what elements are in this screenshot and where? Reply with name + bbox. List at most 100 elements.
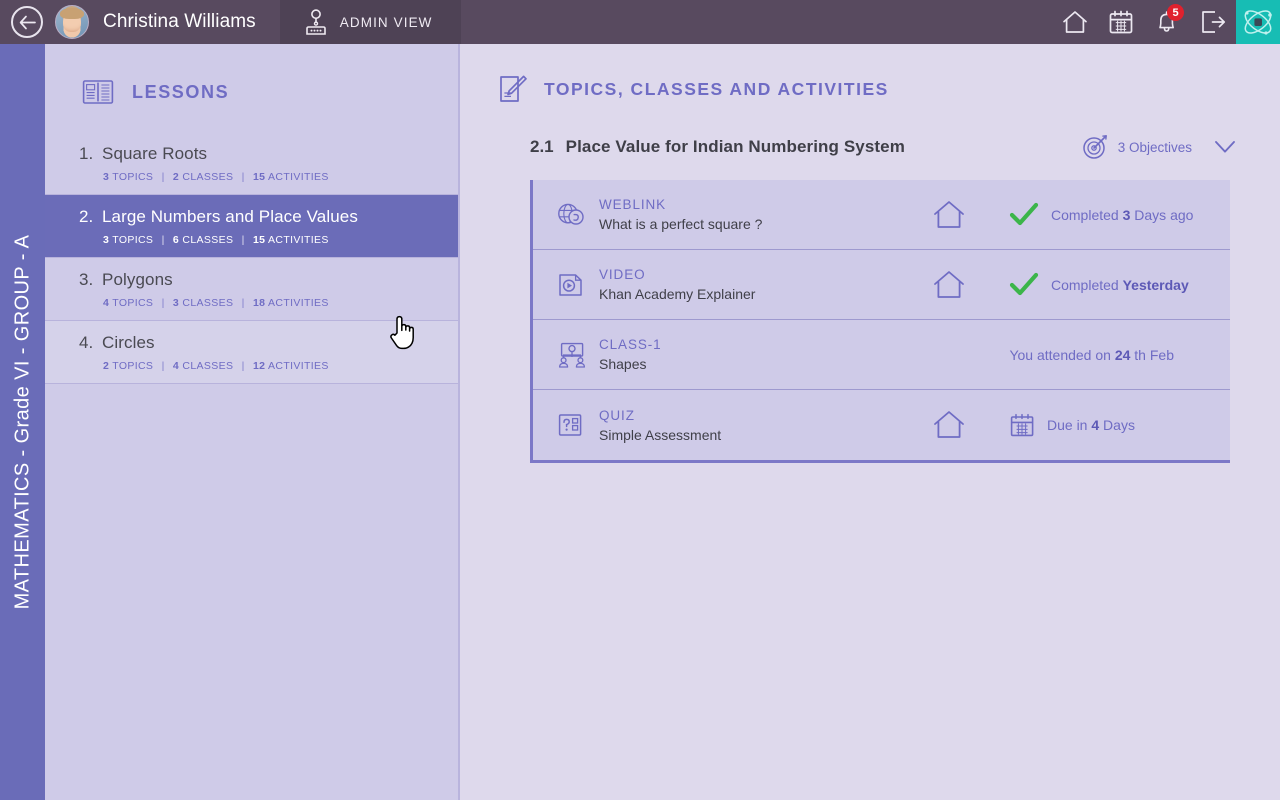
topics-count: 3 [103, 171, 110, 183]
activities-count: 15 [252, 234, 266, 246]
back-arrow-icon [19, 15, 36, 29]
activities-count: 18 [252, 297, 266, 309]
activities-label: ACTIVITIES [268, 171, 329, 183]
content-title: TOPICS, CLASSES AND ACTIVITIES [544, 78, 889, 99]
app-logo[interactable] [1236, 0, 1280, 44]
home-icon [934, 270, 964, 298]
lesson-item-3[interactable]: 3. Polygons 4 TOPICS | 3 CLASSES | 18 AC… [45, 258, 458, 321]
activities-card: WEBLINK What is a perfect square ? Compl… [530, 180, 1230, 463]
lesson-meta: 4 TOPICS | 3 CLASSES | 18 ACTIVITIES [45, 297, 458, 309]
activity-home-wrap[interactable] [889, 199, 1009, 231]
status-suffix: th Feb [1130, 346, 1174, 363]
topics-label: TOPICS [112, 171, 154, 183]
lesson-title: Circles [102, 333, 155, 352]
classes-count: 4 [172, 360, 180, 372]
activity-status-text: You attended on 24 th Feb [1009, 347, 1174, 363]
meta-separator: | [241, 234, 245, 246]
lessons-title: LESSONS [132, 81, 230, 102]
activity-text: WEBLINK What is a perfect square ? [599, 197, 889, 232]
calendar-icon [1109, 10, 1133, 34]
calendar-button[interactable] [1098, 0, 1144, 44]
activity-home-wrap[interactable] [889, 269, 1009, 301]
lesson-number: 3. [79, 270, 94, 289]
admin-view-tab[interactable]: ADMIN VIEW [279, 0, 461, 44]
user-name: Christina Williams [103, 11, 256, 32]
activity-icon-wrap [557, 202, 599, 228]
activities-label: ACTIVITIES [268, 360, 329, 372]
lessons-header: LESSONS [45, 44, 458, 106]
chevron-down-icon[interactable] [1214, 140, 1236, 154]
topics-count: 4 [103, 297, 110, 309]
activity-text: CLASS-1 Shapes [599, 337, 889, 372]
class-group-icon [558, 342, 586, 368]
meta-separator: | [161, 297, 165, 309]
home-button[interactable] [1052, 0, 1098, 44]
topics-label: TOPICS [112, 234, 154, 246]
activity-icon-wrap [557, 341, 599, 369]
lesson-meta: 3 TOPICS | 6 CLASSES | 15 ACTIVITIES [45, 234, 458, 246]
activity-type: WEBLINK [599, 197, 667, 212]
activity-desc: Khan Academy Explainer [599, 286, 756, 302]
classes-count: 3 [172, 297, 180, 309]
activity-type: VIDEO [599, 267, 646, 282]
activity-type: QUIZ [599, 407, 635, 423]
lesson-item-1[interactable]: 1. Square Roots 3 TOPICS | 2 CLASSES | 1… [45, 132, 458, 195]
meta-separator: | [161, 234, 165, 246]
course-title: MATHEMATICS - Grade VI - GROUP - A [11, 234, 33, 610]
lessons-panel: LESSONS 1. Square Roots 3 TOPICS | 2 CLA… [45, 44, 460, 800]
lesson-meta: 2 TOPICS | 4 CLASSES | 12 ACTIVITIES [45, 360, 458, 372]
activity-status-text: Completed 3 Days ago [1051, 207, 1193, 223]
lesson-meta: 3 TOPICS | 2 CLASSES | 15 ACTIVITIES [45, 171, 458, 183]
activity-desc: Simple Assessment [599, 426, 722, 443]
notifications-button[interactable]: 5 [1144, 0, 1190, 44]
status-strong: 24 [1114, 346, 1131, 363]
activities-count: 12 [252, 360, 266, 372]
status-prefix: Completed [1051, 276, 1123, 293]
status-prefix: You attended on [1009, 346, 1115, 363]
classes-label: CLASSES [182, 234, 234, 246]
lesson-item-2[interactable]: 2. Large Numbers and Place Values 3 TOPI… [45, 195, 458, 258]
activity-row[interactable]: QUIZ Simple Assessment Due in 4 Days [533, 390, 1230, 460]
green-check-icon [1009, 272, 1039, 295]
classes-label: CLASSES [182, 297, 234, 309]
lesson-item-4[interactable]: 4. Circles 2 TOPICS | 4 CLASSES | 12 ACT… [45, 321, 458, 384]
activity-home-wrap[interactable] [889, 409, 1009, 441]
activity-desc: Shapes [599, 356, 647, 372]
topics-count: 2 [103, 360, 110, 372]
status-prefix: Due in [1047, 417, 1092, 433]
activity-row[interactable]: CLASS-1 Shapes You attended on 24 th Feb [533, 320, 1230, 390]
activity-icon-wrap [557, 412, 599, 438]
logout-button[interactable] [1190, 0, 1236, 44]
lesson-title: Polygons [102, 270, 173, 289]
home-icon [934, 200, 964, 228]
target-dart-icon [1082, 135, 1107, 159]
quiz-icon [558, 414, 582, 436]
objectives-toggle[interactable]: 3 Objectives [1082, 134, 1236, 160]
objectives-text: 3 Objectives [1117, 139, 1192, 155]
video-icon [559, 273, 582, 296]
lesson-title: Large Numbers and Place Values [102, 207, 358, 226]
admin-view-label: ADMIN VIEW [339, 14, 433, 30]
activity-row[interactable]: VIDEO Khan Academy Explainer Completed Y… [533, 250, 1230, 320]
topic-header: 2.1 Place Value for Indian Numbering Sys… [530, 134, 1280, 160]
activity-status-text: Due in 4 Days [1047, 417, 1135, 433]
weblink-globe-icon [558, 203, 584, 225]
topics-label: TOPICS [112, 360, 154, 372]
classes-count: 6 [172, 234, 180, 246]
activity-row[interactable]: WEBLINK What is a perfect square ? Compl… [533, 180, 1230, 250]
lesson-number: 4. [79, 333, 94, 352]
activity-status: Completed Yesterday [1009, 272, 1220, 298]
green-check-icon [1009, 202, 1039, 225]
lesson-title: Square Roots [102, 144, 208, 163]
avatar[interactable] [55, 5, 89, 39]
activities-label: ACTIVITIES [268, 234, 329, 246]
admin-user-icon [305, 9, 326, 35]
home-icon [934, 411, 964, 438]
course-rail: MATHEMATICS - Grade VI - GROUP - A [0, 44, 45, 800]
activity-text: VIDEO Khan Academy Explainer [599, 267, 889, 302]
lesson-title-row: 3. Polygons [45, 270, 458, 290]
home-icon [1063, 11, 1087, 33]
back-button[interactable] [11, 6, 43, 38]
open-book-icon [82, 80, 114, 104]
activity-type: CLASS-1 [599, 337, 662, 352]
